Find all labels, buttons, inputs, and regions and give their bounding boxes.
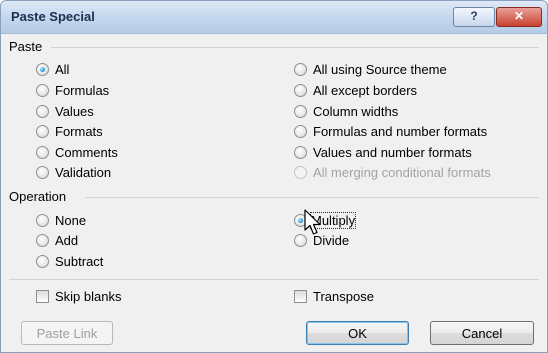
close-icon: ✕ [513, 9, 525, 23]
paste-section-label: Paste [9, 39, 43, 54]
transpose-checkbox[interactable] [294, 290, 307, 303]
radio-none[interactable] [36, 214, 49, 227]
radio-comments[interactable] [36, 146, 49, 159]
radio-formulas-number-formats[interactable] [294, 125, 307, 138]
operation-add-label: Add [55, 233, 79, 248]
paste-option-all-except-borders[interactable]: All except borders [294, 82, 417, 99]
operation-subtract-label: Subtract [55, 254, 104, 269]
operation-option-none[interactable]: None [36, 212, 86, 229]
radio-column-widths[interactable] [294, 105, 307, 118]
options-divider [9, 279, 539, 280]
mouse-pointer-icon [304, 209, 321, 235]
transpose-label: Transpose [313, 289, 374, 304]
paste-option-comments[interactable]: Comments [36, 144, 118, 161]
operation-option-add[interactable]: Add [36, 232, 78, 249]
paste-option-formats[interactable]: Formats [36, 123, 103, 140]
paste-option-formulas-number-formats[interactable]: Formulas and number formats [294, 123, 487, 140]
paste-option-except-borders-label: All except borders [313, 83, 418, 98]
paste-option-all[interactable]: All [36, 61, 69, 78]
title-bar[interactable]: Paste Special ? ✕ [1, 1, 547, 34]
radio-values[interactable] [36, 105, 49, 118]
help-button[interactable]: ? [453, 7, 495, 27]
paste-option-all-using-source-theme[interactable]: All using Source theme [294, 61, 447, 78]
paste-option-values-number-formats[interactable]: Values and number formats [294, 144, 472, 161]
paste-option-formulas-label: Formulas [55, 83, 110, 98]
operation-section-divider [85, 197, 539, 198]
paste-option-values-number-formats-label: Values and number formats [313, 145, 472, 160]
paste-option-values-label: Values [55, 104, 94, 119]
paste-option-values[interactable]: Values [36, 103, 94, 120]
operation-section-label: Operation [9, 189, 67, 204]
operation-option-subtract[interactable]: Subtract [36, 253, 103, 270]
paste-special-dialog: Paste Special ? ✕ Paste All Formulas Val… [0, 0, 548, 353]
skip-blanks-option[interactable]: Skip blanks [36, 288, 121, 305]
radio-validation[interactable] [36, 166, 49, 179]
transpose-option[interactable]: Transpose [294, 288, 374, 305]
cancel-button[interactable]: Cancel [430, 321, 534, 345]
paste-section-divider [51, 47, 539, 48]
radio-add[interactable] [36, 234, 49, 247]
radio-subtract[interactable] [36, 255, 49, 268]
operation-none-label: None [55, 213, 87, 228]
paste-option-formulas[interactable]: Formulas [36, 82, 109, 99]
help-icon: ? [470, 9, 478, 23]
radio-all-using-source-theme[interactable] [294, 63, 307, 76]
paste-link-button: Paste Link [21, 321, 113, 345]
paste-option-merging-conditional-formats: All merging conditional formats [294, 164, 491, 181]
ok-button[interactable]: OK [306, 321, 409, 345]
paste-option-all-label: All [55, 62, 70, 77]
paste-option-formulas-number-formats-label: Formulas and number formats [313, 124, 488, 139]
radio-formulas[interactable] [36, 84, 49, 97]
radio-values-number-formats[interactable] [294, 146, 307, 159]
dialog-title: Paste Special [11, 9, 95, 24]
radio-formats[interactable] [36, 125, 49, 138]
paste-option-source-theme-label: All using Source theme [313, 62, 447, 77]
skip-blanks-label: Skip blanks [55, 289, 122, 304]
paste-option-comments-label: Comments [55, 145, 118, 160]
paste-option-validation-label: Validation [55, 165, 112, 180]
paste-option-column-widths-label: Column widths [313, 104, 399, 119]
paste-option-merging-label: All merging conditional formats [313, 165, 491, 180]
radio-all[interactable] [36, 63, 49, 76]
skip-blanks-checkbox[interactable] [36, 290, 49, 303]
close-button[interactable]: ✕ [496, 7, 542, 27]
radio-all-except-borders[interactable] [294, 84, 307, 97]
paste-option-validation[interactable]: Validation [36, 164, 111, 181]
paste-option-formats-label: Formats [55, 124, 103, 139]
radio-merging-conditional-formats [294, 166, 307, 179]
paste-option-column-widths[interactable]: Column widths [294, 103, 398, 120]
